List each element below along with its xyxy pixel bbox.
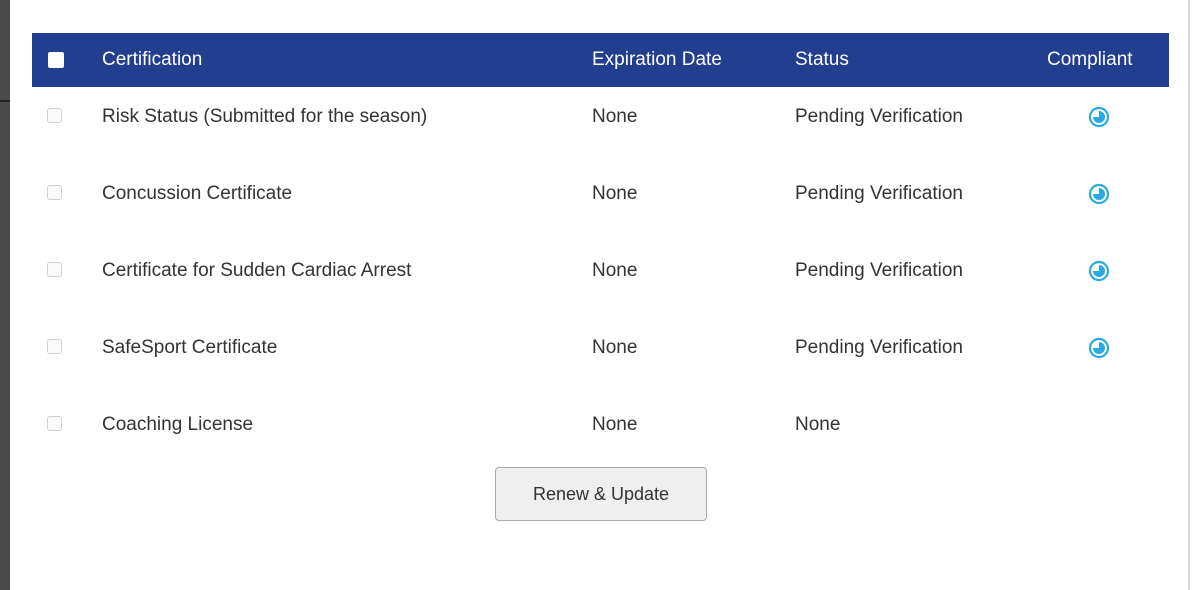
left-edge-notch — [0, 100, 10, 102]
status-text: Pending Verification — [795, 183, 963, 204]
status-text: Pending Verification — [795, 260, 963, 281]
pending-clock-icon — [1088, 260, 1110, 282]
status-text: None — [795, 414, 841, 435]
certification-name: Concussion Certificate — [102, 183, 293, 204]
table-row: Coaching License None None — [32, 386, 1169, 463]
expiration-date: None — [592, 414, 638, 435]
pending-clock-icon — [1088, 337, 1110, 359]
left-scroll-edge — [0, 0, 10, 590]
status-text: Pending Verification — [795, 337, 963, 358]
table-row: Concussion Certificate None Pending Veri… — [32, 155, 1169, 232]
row-checkbox[interactable] — [47, 108, 62, 123]
renew-update-button[interactable]: Renew & Update — [495, 467, 707, 521]
pending-clock-icon — [1088, 183, 1110, 205]
table-row: Risk Status (Submitted for the season) N… — [32, 78, 1169, 155]
pending-clock-icon — [1088, 106, 1110, 128]
select-all-checkbox[interactable] — [48, 52, 64, 68]
table-row: Certificate for Sudden Cardiac Arrest No… — [32, 232, 1169, 309]
certifications-page: Certification Expiration Date Status Com… — [0, 0, 1195, 590]
table-footer: Renew & Update — [32, 463, 1169, 553]
row-checkbox[interactable] — [47, 262, 62, 277]
status-text: Pending Verification — [795, 106, 963, 127]
certification-name: SafeSport Certificate — [102, 337, 278, 358]
certification-name: Risk Status (Submitted for the season) — [102, 106, 428, 127]
right-edge-border — [1188, 0, 1190, 590]
expiration-date: None — [592, 337, 638, 358]
table-row: SafeSport Certificate None Pending Verif… — [32, 309, 1169, 386]
expiration-date: None — [592, 106, 638, 127]
certifications-table: Certification Expiration Date Status Com… — [32, 33, 1169, 553]
certification-name: Coaching License — [102, 414, 254, 435]
row-checkbox[interactable] — [47, 185, 62, 200]
expiration-date: None — [592, 183, 638, 204]
row-checkbox[interactable] — [47, 339, 62, 354]
expiration-date: None — [592, 260, 638, 281]
certification-name: Certificate for Sudden Cardiac Arrest — [102, 260, 412, 281]
row-checkbox[interactable] — [47, 416, 62, 431]
